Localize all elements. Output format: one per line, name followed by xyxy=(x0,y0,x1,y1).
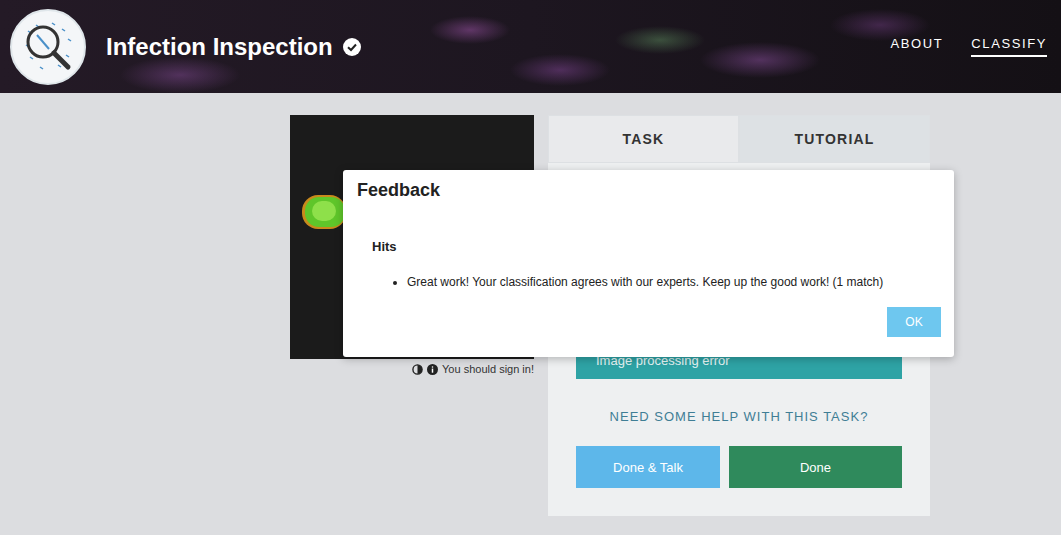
nav-link[interactable]: ABOUT xyxy=(891,36,944,57)
action-row: Done & TalkDone xyxy=(576,446,902,488)
tab[interactable]: TUTORIAL xyxy=(739,115,930,163)
verified-icon xyxy=(343,38,361,56)
subject-meta: You should sign in! xyxy=(412,363,534,375)
feedback-item: Great work! Your classification agrees w… xyxy=(407,274,940,291)
done-talk-button[interactable]: Done & Talk xyxy=(576,446,720,488)
help-link[interactable]: NEED SOME HELP WITH THIS TASK? xyxy=(610,409,869,424)
tab[interactable]: TASK xyxy=(548,115,739,163)
contrast-icon[interactable] xyxy=(412,364,423,375)
nav: ABOUT CLASSIFY xyxy=(891,36,1047,57)
section-title: Hits xyxy=(372,239,940,254)
project-title: Infection Inspection xyxy=(106,33,333,61)
dialog-title: Feedback xyxy=(343,170,954,211)
sign-in-note[interactable]: You should sign in! xyxy=(442,363,534,375)
info-icon[interactable] xyxy=(427,364,438,375)
feedback-list: Great work! Your classification agrees w… xyxy=(372,274,940,291)
ok-button[interactable]: OK xyxy=(887,307,941,337)
logo[interactable] xyxy=(10,9,86,85)
nav-link[interactable]: CLASSIFY xyxy=(971,36,1047,57)
dialog-body: Hits Great work! Your classification agre… xyxy=(343,211,954,291)
tabs: TASKTUTORIAL xyxy=(548,115,930,163)
feedback-dialog: Feedback Hits Great work! Your classificat… xyxy=(343,170,954,357)
done-button[interactable]: Done xyxy=(729,446,902,488)
dialog-footer: OK xyxy=(343,291,954,345)
header: Infection Inspection ABOUT CLASSIFY xyxy=(0,0,1061,93)
page: Infection Inspection ABOUT CLASSIFY You sho… xyxy=(0,0,1061,535)
magnifier-icon xyxy=(18,17,78,77)
